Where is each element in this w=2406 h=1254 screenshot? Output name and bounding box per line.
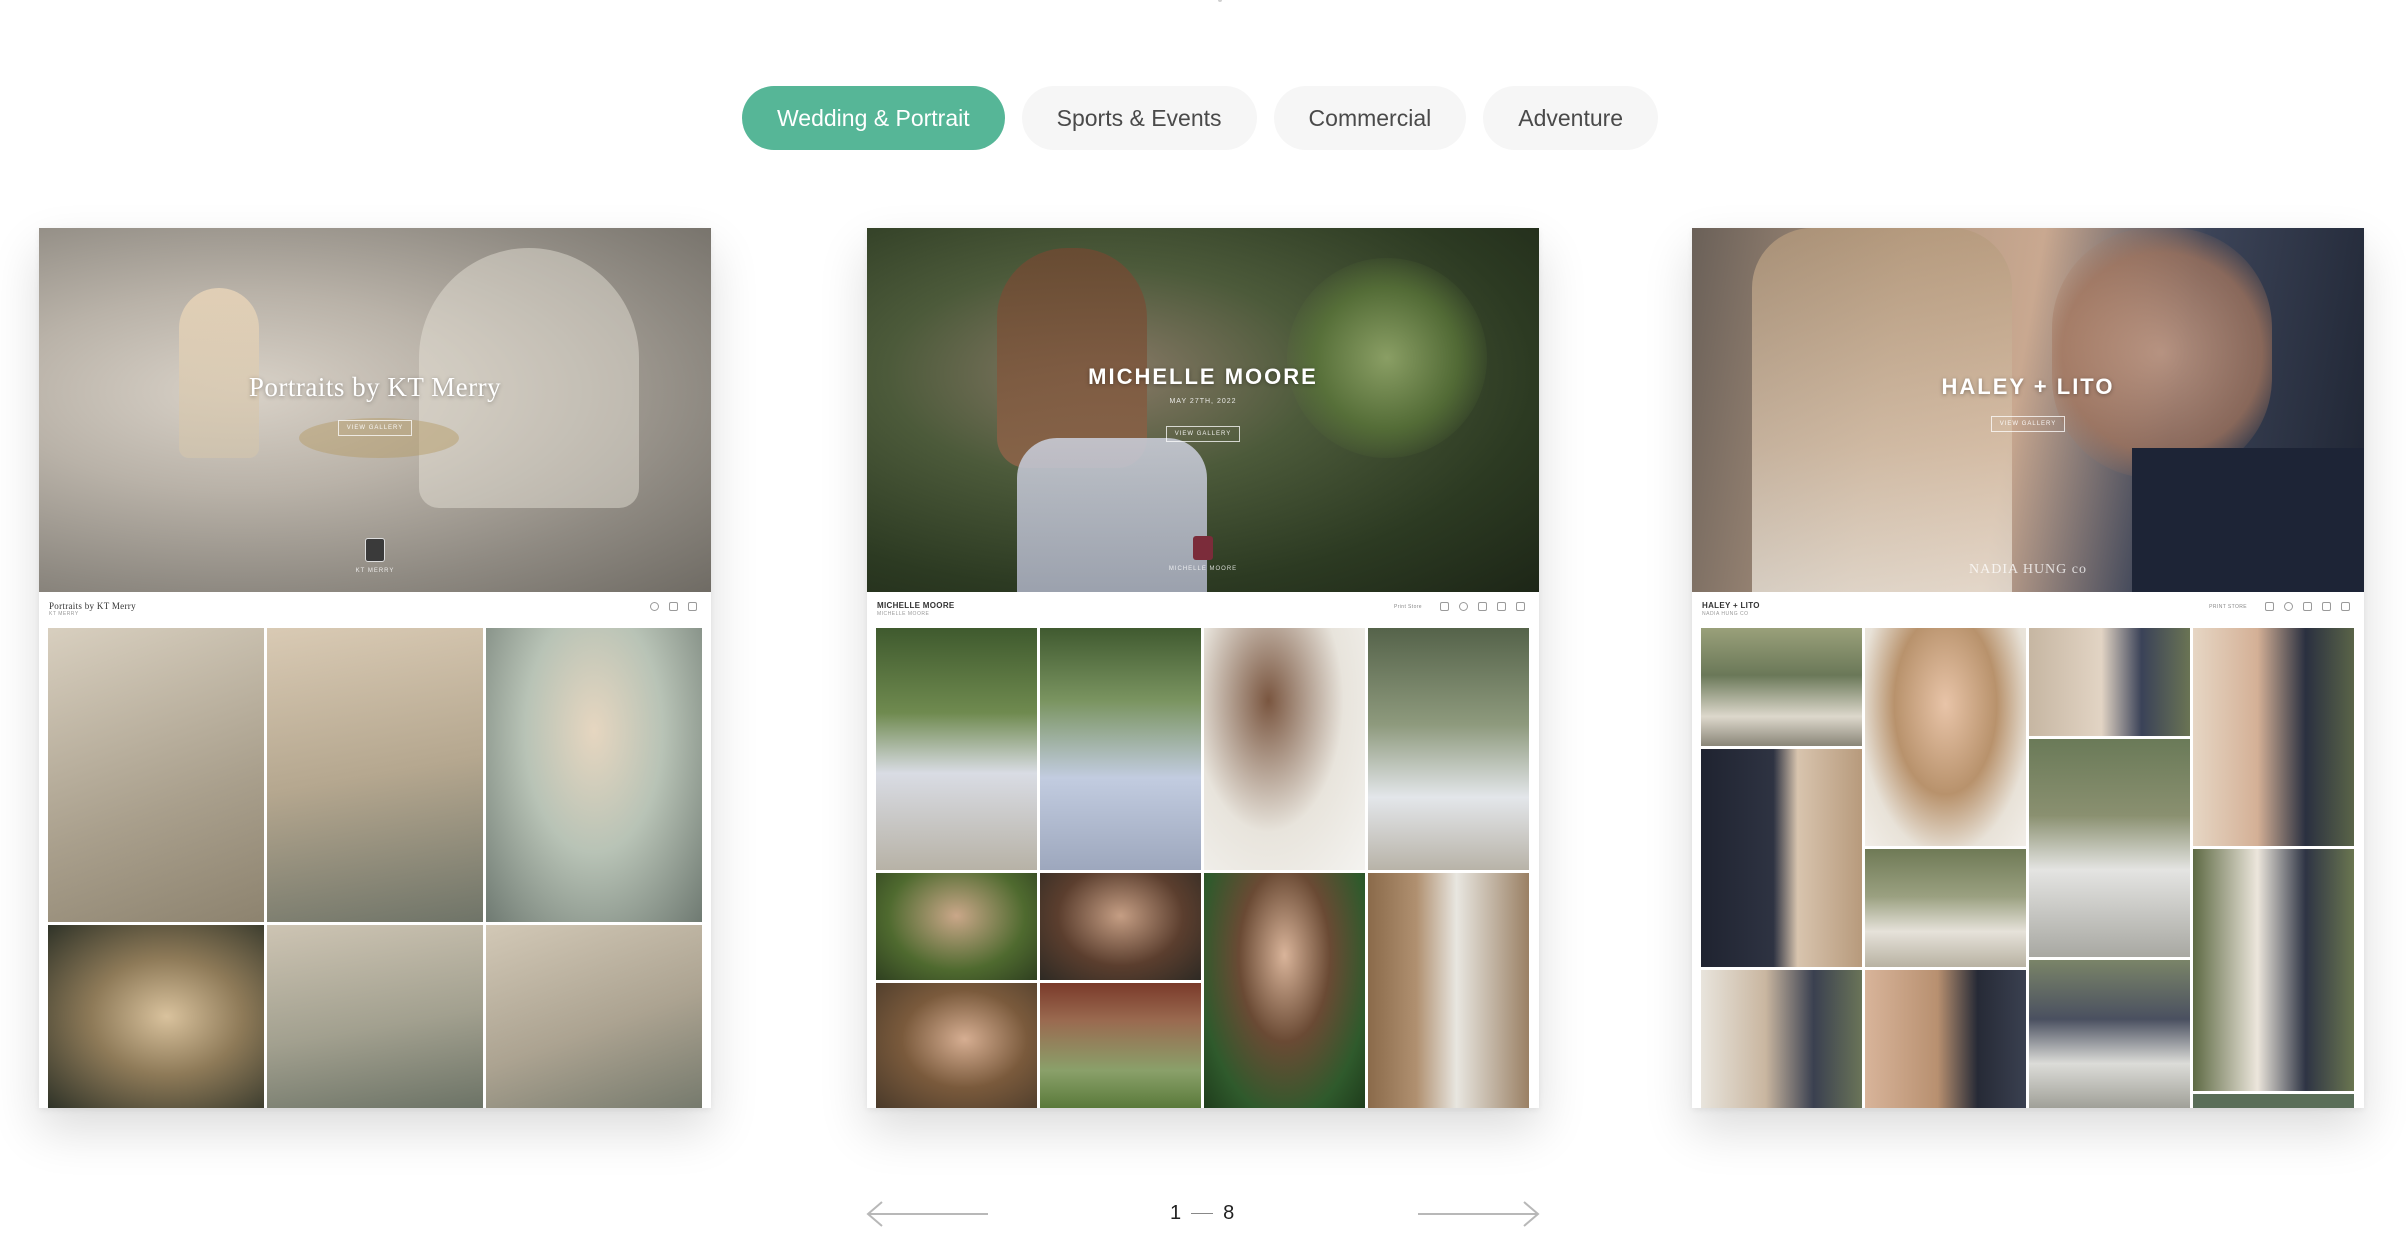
photographer-logo-icon — [1193, 536, 1213, 560]
heart-icon[interactable] — [650, 602, 659, 611]
total-pages: 8 — [1223, 1202, 1235, 1224]
gallery-photo[interactable] — [1865, 628, 2026, 846]
gallery-photo[interactable] — [876, 873, 1037, 980]
download-icon[interactable] — [1478, 602, 1487, 611]
gallery-photo[interactable] — [1701, 628, 1862, 746]
view-gallery-button[interactable]: VIEW GALLERY — [338, 420, 412, 436]
gallery-subtitle: MICHELLE MOORE — [877, 611, 930, 617]
arrow-left-icon — [866, 1201, 988, 1227]
gallery-photo[interactable] — [2029, 960, 2190, 1108]
gallery-card-kt-merry[interactable]: Portraits by KT Merry VIEW GALLERY KT ME… — [39, 228, 711, 1108]
view-gallery-button[interactable]: VIEW GALLERY — [1991, 416, 2065, 432]
tab-commercial[interactable]: Commercial — [1273, 86, 1467, 150]
gallery-photo[interactable] — [1865, 970, 2026, 1108]
hero-title: HALEY + LITO — [1941, 374, 2115, 399]
gallery-title: Portraits by KT Merry — [49, 601, 136, 611]
gallery-photo[interactable] — [2193, 849, 2354, 1091]
current-page: 1 — [1170, 1202, 1182, 1224]
category-tabs: Wedding & Portrait Sports & Events Comme… — [742, 86, 1659, 150]
tab-sports-events[interactable]: Sports & Events — [1021, 86, 1257, 150]
gallery-title: HALEY + LITO — [1702, 601, 1760, 610]
cart-icon[interactable] — [2265, 602, 2274, 611]
top-divider-mark — [1218, 0, 1222, 2]
play-icon[interactable] — [688, 602, 697, 611]
gallery-card-michelle-moore[interactable]: MICHELLE MOORE MAY 27TH, 2022 VIEW GALLE… — [867, 228, 1539, 1108]
gallery-hero-image: Portraits by KT Merry VIEW GALLERY KT ME… — [39, 228, 711, 592]
gallery-header-bar: Portraits by KT Merry KT MERRY — [39, 592, 711, 622]
gallery-photo[interactable] — [1040, 873, 1201, 980]
play-icon[interactable] — [1516, 602, 1525, 611]
gallery-actions: PRINT STORE — [2209, 602, 2350, 611]
gallery-photo[interactable] — [2029, 628, 2190, 736]
next-arrow-button[interactable] — [1418, 1196, 1542, 1232]
tab-wedding-portrait[interactable]: Wedding & Portrait — [742, 86, 1005, 150]
arrow-right-icon — [1418, 1201, 1540, 1227]
gallery-photo[interactable] — [1368, 628, 1529, 870]
print-store-link[interactable]: PRINT STORE — [2209, 604, 2247, 610]
gallery-hero-image: MICHELLE MOORE MAY 27TH, 2022 VIEW GALLE… — [867, 228, 1539, 592]
gallery-actions — [650, 602, 697, 611]
hero-title: MICHELLE MOORE — [1088, 364, 1318, 389]
share-icon[interactable] — [2322, 602, 2331, 611]
download-icon[interactable] — [2303, 602, 2312, 611]
previous-arrow-button[interactable] — [864, 1196, 988, 1232]
gallery-photo[interactable] — [267, 628, 483, 922]
share-icon[interactable] — [1497, 602, 1506, 611]
gallery-header-bar: HALEY + LITO NADIA HUNG CO PRINT STORE — [1692, 592, 2364, 622]
gallery-card-haley-lito[interactable]: HALEY + LITO VIEW GALLERY NADIA HUNG co … — [1692, 228, 2364, 1108]
gallery-photo[interactable] — [1701, 970, 1862, 1108]
gallery-photo[interactable] — [876, 628, 1037, 870]
cart-icon[interactable] — [1440, 602, 1449, 611]
hero-caption: MICHELLE MOORE — [1168, 566, 1238, 572]
gallery-photo[interactable] — [2193, 1094, 2354, 1108]
gallery-photo[interactable] — [1204, 873, 1365, 1108]
hero-caption: KT MERRY — [355, 568, 395, 574]
gallery-photo[interactable] — [2029, 739, 2190, 957]
gallery-photo[interactable] — [1040, 983, 1201, 1108]
share-icon[interactable] — [669, 602, 678, 611]
gallery-photo[interactable] — [48, 925, 264, 1108]
gallery-actions: Print Store — [1394, 602, 1525, 611]
gallery-photo[interactable] — [1204, 628, 1365, 870]
gallery-photo[interactable] — [1701, 749, 1862, 967]
gallery-photo[interactable] — [2193, 628, 2354, 846]
gallery-photo[interactable] — [486, 925, 702, 1108]
gallery-subtitle: NADIA HUNG CO — [1702, 611, 1749, 617]
gallery-header-bar: MICHELLE MOORE MICHELLE MOORE Print Stor… — [867, 592, 1539, 622]
tab-adventure[interactable]: Adventure — [1483, 86, 1659, 150]
gallery-subtitle: KT MERRY — [49, 611, 79, 617]
photographer-signature: NADIA HUNG co — [1969, 562, 2087, 577]
photographer-logo-icon — [365, 538, 385, 562]
gallery-photo[interactable] — [267, 925, 483, 1108]
page-separator — [1191, 1213, 1214, 1214]
gallery-photo[interactable] — [48, 628, 264, 922]
gallery-photo[interactable] — [486, 628, 702, 922]
view-gallery-button[interactable]: VIEW GALLERY — [1166, 426, 1240, 442]
gallery-photo[interactable] — [876, 983, 1037, 1108]
carousel-pager: 1 8 — [0, 1196, 2406, 1232]
gallery-photo[interactable] — [1040, 628, 1201, 870]
page-counter: 1 8 — [1170, 1202, 1234, 1225]
gallery-photo[interactable] — [1865, 849, 2026, 967]
gallery-hero-image: HALEY + LITO VIEW GALLERY NADIA HUNG co — [1692, 228, 2364, 592]
gallery-title: MICHELLE MOORE — [877, 601, 955, 610]
hero-title: Portraits by KT Merry — [248, 372, 502, 402]
play-icon[interactable] — [2341, 602, 2350, 611]
heart-icon[interactable] — [1459, 602, 1468, 611]
heart-icon[interactable] — [2284, 602, 2293, 611]
hero-date: MAY 27TH, 2022 — [1169, 398, 1237, 405]
gallery-photo[interactable] — [1368, 873, 1529, 1108]
print-store-link[interactable]: Print Store — [1394, 604, 1422, 610]
